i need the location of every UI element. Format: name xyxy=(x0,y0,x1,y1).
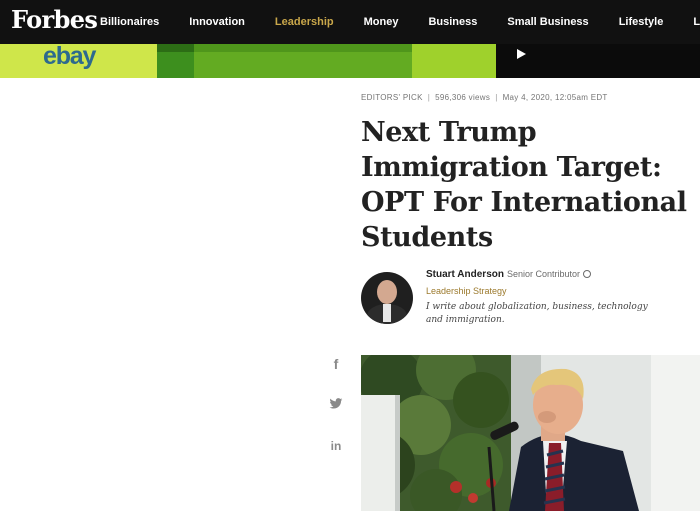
play-icon[interactable] xyxy=(517,49,526,59)
avatar-face xyxy=(377,280,397,304)
meta-divider: | xyxy=(427,93,431,102)
ad-shade xyxy=(157,44,194,52)
avatar-shirt xyxy=(383,304,391,322)
headline-line: OPT For International xyxy=(361,187,687,218)
author-name-link[interactable]: Stuart Anderson xyxy=(426,269,504,280)
article-hero-image[interactable] xyxy=(361,355,700,511)
author-role: Senior Contributor xyxy=(506,269,581,279)
author-bio: I write about globalization, business, t… xyxy=(426,302,648,325)
nav-item-billionaires[interactable]: Billionaires xyxy=(100,16,159,28)
view-count: 596,306 views xyxy=(435,93,491,102)
publish-date: May 4, 2020, 12:05am EDT xyxy=(502,93,608,102)
twitter-share-icon[interactable] xyxy=(326,397,346,415)
author-channel-link[interactable]: Leadership Strategy xyxy=(426,286,507,296)
nav-item-money[interactable]: Money xyxy=(364,16,399,28)
info-icon[interactable] xyxy=(583,270,592,278)
top-navigation-bar: Forbes Billionaires Innovation Leadershi… xyxy=(0,0,700,44)
hero-image-art xyxy=(361,355,700,511)
facebook-share-icon[interactable]: f xyxy=(326,356,346,374)
author-avatar[interactable] xyxy=(361,272,413,324)
forbes-logo[interactable]: Forbes xyxy=(11,5,98,35)
headline-line: Next Trump xyxy=(361,117,537,148)
nav-menu: Billionaires Innovation Leadership Money… xyxy=(100,0,700,44)
nav-item-lifestyle[interactable]: Lifestyle xyxy=(619,16,664,28)
linkedin-share-icon[interactable]: in xyxy=(326,439,346,457)
author-byline: Stuart Anderson Senior Contributor xyxy=(426,269,592,280)
headline-line: Immigration Target: xyxy=(361,152,662,183)
ad-shade xyxy=(194,44,412,52)
nav-item-small-business[interactable]: Small Business xyxy=(507,16,588,28)
meta-divider: | xyxy=(495,93,498,102)
editors-pick-label: EDITORS' PICK xyxy=(361,93,423,102)
nav-item-truncated[interactable]: L xyxy=(693,16,700,28)
nav-item-leadership[interactable]: Leadership xyxy=(275,16,334,28)
nav-item-innovation[interactable]: Innovation xyxy=(189,16,245,28)
ad-panel-light-green xyxy=(412,44,496,78)
ad-video-panel[interactable] xyxy=(496,44,700,78)
ad-banner[interactable] xyxy=(0,44,700,78)
article-headline: Next Trump Immigration Target: OPT For I… xyxy=(361,115,691,255)
ebay-logo[interactable]: ebay xyxy=(43,44,96,69)
nav-item-business[interactable]: Business xyxy=(428,16,477,28)
article-meta: EDITORS' PICK | 596,306 views | May 4, 2020,… xyxy=(361,93,608,102)
headline-line: Students xyxy=(361,222,493,253)
